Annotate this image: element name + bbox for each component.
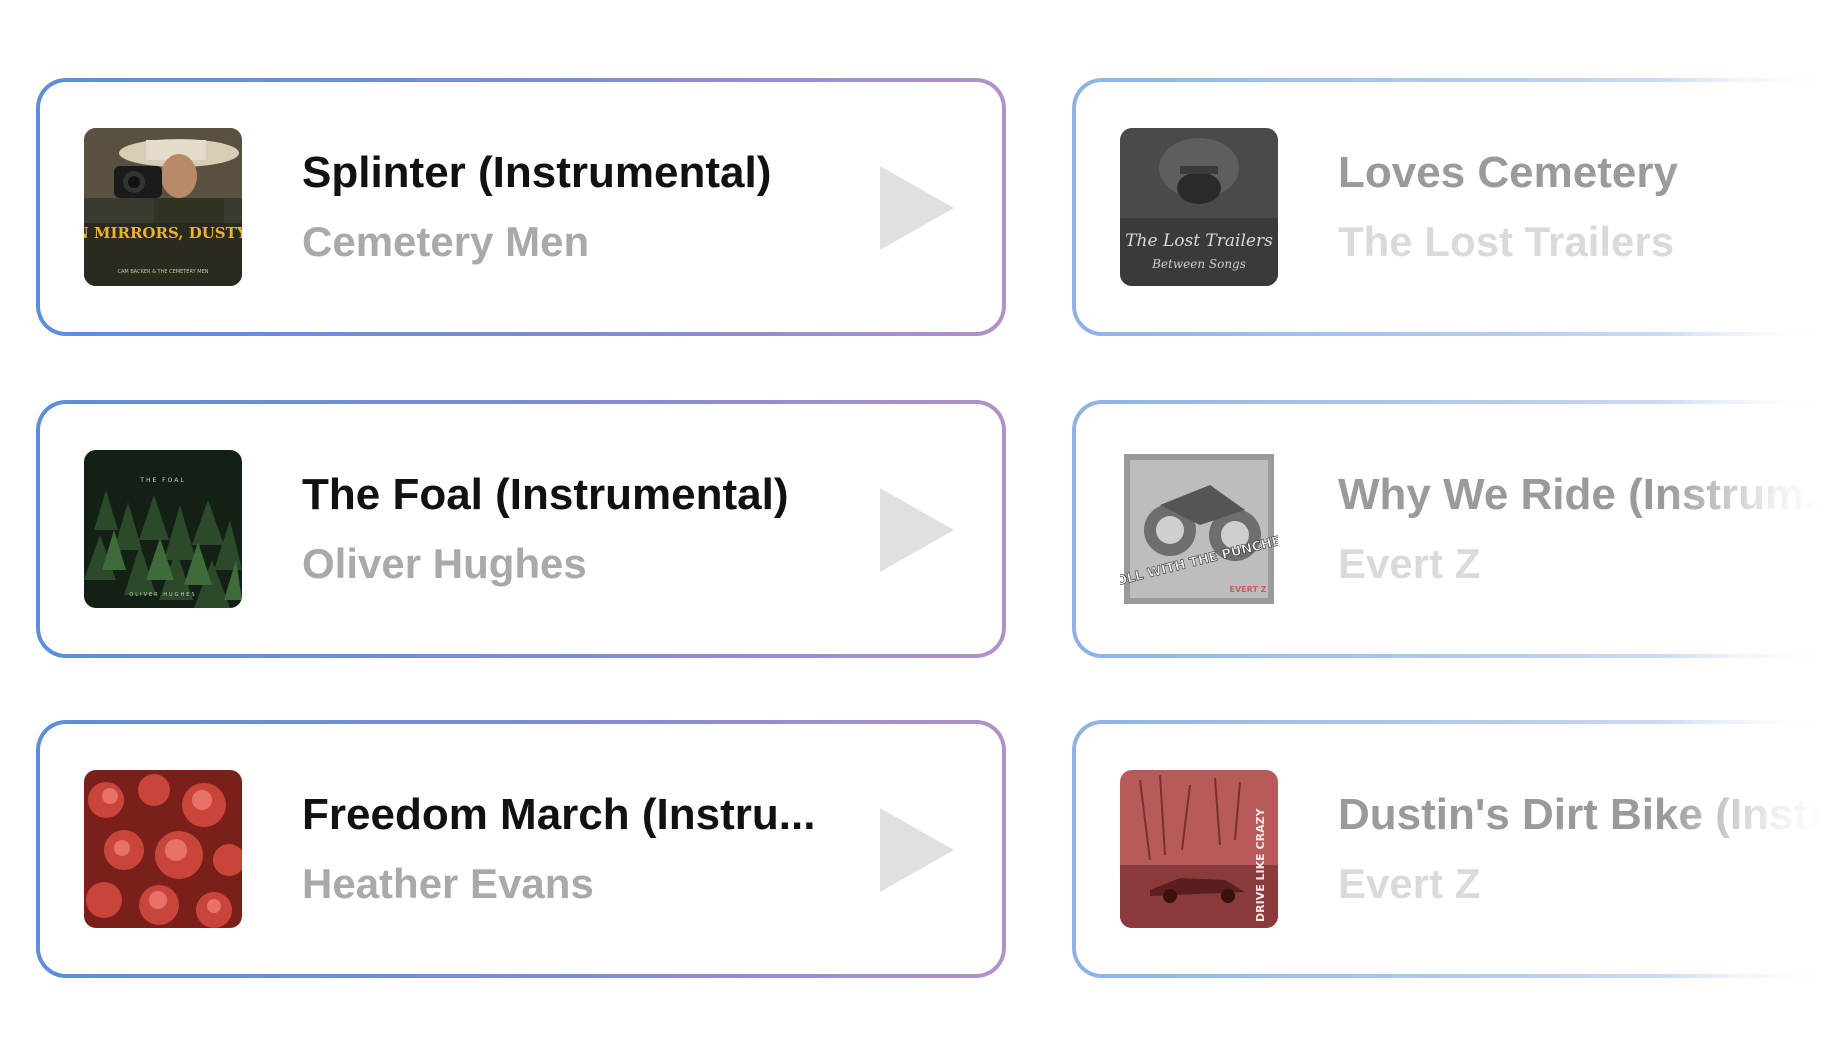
album-art: BROKEN MIRRORS, DUSTY ROADS CAM BACKER &…: [84, 128, 242, 286]
album-art: The Lost Trailers Between Songs: [1120, 128, 1278, 286]
track-card[interactable]: THE FOAL OLIVER HUGHES The Foal (Instrum…: [36, 400, 1006, 658]
track-card[interactable]: ROLL WITH THE PUNCHES EVERT Z Why We Rid…: [1072, 400, 1824, 658]
track-card[interactable]: Freedom March (Instru... Heather Evans: [36, 720, 1006, 978]
track-title: The Foal (Instrumental): [302, 470, 789, 519]
album-art-label: The Lost Trailers: [1125, 231, 1273, 251]
album-art-image: The Lost Trailers Between Songs: [1120, 128, 1278, 286]
album-art-label: DRIVE LIKE CRAZY: [1254, 807, 1267, 922]
album-art-sublabel: CAM BACKER & THE CEMETERY MEN: [118, 269, 209, 275]
album-art: ROLL WITH THE PUNCHES EVERT Z: [1120, 450, 1278, 608]
play-icon[interactable]: [880, 488, 954, 572]
play-icon[interactable]: [880, 808, 954, 892]
track-artist: Heather Evans: [302, 860, 594, 907]
track-card[interactable]: DRIVE LIKE CRAZY Dustin's Dirt Bike (Ins…: [1072, 720, 1824, 978]
track-artist: Cemetery Men: [302, 218, 590, 265]
album-art-label: THE FOAL: [139, 477, 185, 484]
track-grid: BROKEN MIRRORS, DUSTY ROADS CAM BACKER &…: [0, 0, 1824, 1041]
album-art-image: DRIVE LIKE CRAZY: [1120, 770, 1278, 928]
track-title: Loves Cemetery: [1338, 148, 1678, 197]
album-art-image: [84, 770, 242, 928]
track-artist: The Lost Trailers: [1338, 218, 1675, 265]
album-art-sublabel: EVERT Z: [1230, 585, 1267, 594]
track-card[interactable]: The Lost Trailers Between Songs Loves Ce…: [1072, 78, 1824, 336]
album-art: DRIVE LIKE CRAZY: [1120, 770, 1278, 928]
track-title: Freedom March (Instru...: [302, 790, 816, 839]
album-art-image: ROLL WITH THE PUNCHES EVERT Z: [1120, 454, 1278, 604]
album-art-image: BROKEN MIRRORS, DUSTY ROADS CAM BACKER &…: [84, 128, 242, 286]
album-art-sublabel: OLIVER HUGHES: [129, 592, 196, 598]
track-title: Why We Ride (Instrum...: [1338, 470, 1824, 519]
album-art-sublabel: Between Songs: [1151, 257, 1246, 271]
track-artist: Oliver Hughes: [302, 540, 587, 587]
track-artist: Evert Z: [1338, 860, 1481, 907]
track-card[interactable]: BROKEN MIRRORS, DUSTY ROADS CAM BACKER &…: [36, 78, 1006, 336]
play-icon[interactable]: [880, 166, 954, 250]
album-art: THE FOAL OLIVER HUGHES: [84, 450, 242, 608]
album-art-image: THE FOAL OLIVER HUGHES: [84, 450, 242, 608]
track-title: Splinter (Instrumental): [302, 148, 772, 197]
album-art-label: BROKEN MIRRORS, DUSTY ROADS: [84, 224, 242, 242]
album-art: [84, 770, 242, 928]
track-title: Dustin's Dirt Bike (Instr...: [1338, 790, 1824, 839]
track-artist: Evert Z: [1338, 540, 1481, 587]
